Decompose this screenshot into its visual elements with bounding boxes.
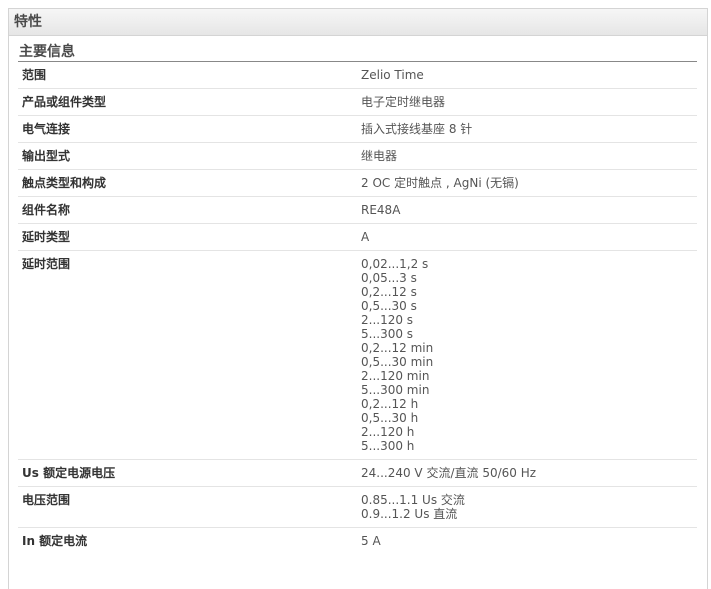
spec-value: Zelio Time: [361, 68, 424, 82]
spec-value-line: 0,02...1,2 s: [361, 257, 429, 271]
spec-label: 电气连接: [22, 122, 71, 136]
spec-value-line: 5...300 min: [361, 383, 430, 397]
spec-value-line: 电子定时继电器: [361, 95, 446, 109]
spec-label: 产品或组件类型: [22, 95, 107, 109]
spec-label: Us 额定电源电压: [22, 466, 116, 480]
spec-value-line: 0,2...12 s: [361, 285, 417, 299]
spec-value: A: [361, 230, 369, 244]
spec-value-line: 5 A: [361, 534, 381, 548]
spec-value: RE48A: [361, 203, 400, 217]
spec-value-line: 继电器: [361, 149, 398, 163]
spec-value-line: 0,5...30 min: [361, 355, 434, 369]
spec-row: 产品或组件类型 电子定时继电器: [18, 89, 697, 116]
spec-row: 延时范围 0,02...1,2 s 0,05...3 s 0,2...12 s …: [18, 251, 697, 460]
spec-label: 延时范围: [22, 257, 71, 271]
spec-row: 延时类型 A: [18, 224, 697, 251]
spec-value-line: 24...240 V 交流/直流 50/60 Hz: [361, 466, 537, 480]
spec-row: 电气连接 插入式接线基座 8 针: [18, 116, 697, 143]
spec-value-line: 2 OC 定时触点 , AgNi (无镉): [361, 176, 519, 190]
spec-value: 24...240 V 交流/直流 50/60 Hz: [361, 466, 536, 480]
spec-row: 触点类型和构成 2 OC 定时触点 , AgNi (无镉): [18, 170, 697, 197]
spec-value-line: 5...300 s: [361, 327, 414, 341]
spec-value-line: 2...120 s: [361, 313, 414, 327]
spec-value-line: 0,5...30 s: [361, 299, 417, 313]
spec-label: 电压范围: [22, 493, 71, 507]
spec-value: 插入式接线基座 8 针: [361, 122, 472, 136]
spec-value-line: 0,05...3 s: [361, 271, 417, 285]
spec-value-line: 0,2...12 min: [361, 341, 434, 355]
spec-row: 输出型式 继电器: [18, 143, 697, 170]
spec-value: 0.85...1.1 Us 交流 0.9...1.2 Us 直流: [361, 493, 465, 521]
spec-value-line: 5...300 h: [361, 439, 415, 453]
spec-value-line: 0.85...1.1 Us 交流: [361, 493, 465, 507]
spec-row: 范围 Zelio Time: [18, 62, 697, 89]
panel-header: 特性: [9, 9, 707, 36]
spec-value-line: 0,2...12 h: [361, 397, 419, 411]
spec-row: Us 额定电源电压 24...240 V 交流/直流 50/60 Hz: [18, 460, 697, 487]
spec-value-line: 2...120 h: [361, 425, 415, 439]
spec-label: 延时类型: [22, 230, 71, 244]
spec-value-line: RE48A: [361, 203, 401, 217]
characteristics-panel: 特性 主要信息 范围 Zelio Time 产品或组件类型 电子定时继电器 电气连接…: [8, 8, 708, 589]
spec-value: 5 A: [361, 534, 381, 548]
section-title: 主要信息: [18, 43, 697, 62]
spec-value-line: 0.9...1.2 Us 直流: [361, 507, 458, 521]
spec-value-line: 2...120 min: [361, 369, 430, 383]
spec-label: In 额定电流: [22, 534, 88, 548]
spec-value: 继电器: [361, 149, 397, 163]
spec-value-line: Zelio Time: [361, 68, 424, 82]
spec-value: 2 OC 定时触点 , AgNi (无镉): [361, 176, 519, 190]
panel-title: 特性: [14, 14, 42, 30]
spec-value: 0,02...1,2 s 0,05...3 s 0,2...12 s 0,5..…: [361, 257, 433, 453]
spec-label: 范围: [22, 68, 47, 82]
spec-value-line: 0,5...30 h: [361, 411, 419, 425]
spec-value-line: A: [361, 230, 370, 244]
spec-label: 输出型式: [22, 149, 71, 163]
spec-label: 组件名称: [22, 203, 71, 217]
spec-row: 组件名称 RE48A: [18, 197, 697, 224]
main-info-section: 主要信息 范围 Zelio Time 产品或组件类型 电子定时继电器 电气连接 插入式…: [18, 43, 697, 554]
spec-row: In 额定电流 5 A: [18, 528, 697, 554]
spec-row: 电压范围 0.85...1.1 Us 交流 0.9...1.2 Us 直流: [18, 487, 697, 528]
spec-value: 电子定时继电器: [361, 95, 445, 109]
spec-value-line: 插入式接线基座 8 针: [361, 122, 473, 136]
spec-table: 范围 Zelio Time 产品或组件类型 电子定时继电器 电气连接 插入式接线基座 …: [18, 62, 697, 554]
spec-label: 触点类型和构成: [22, 176, 107, 190]
